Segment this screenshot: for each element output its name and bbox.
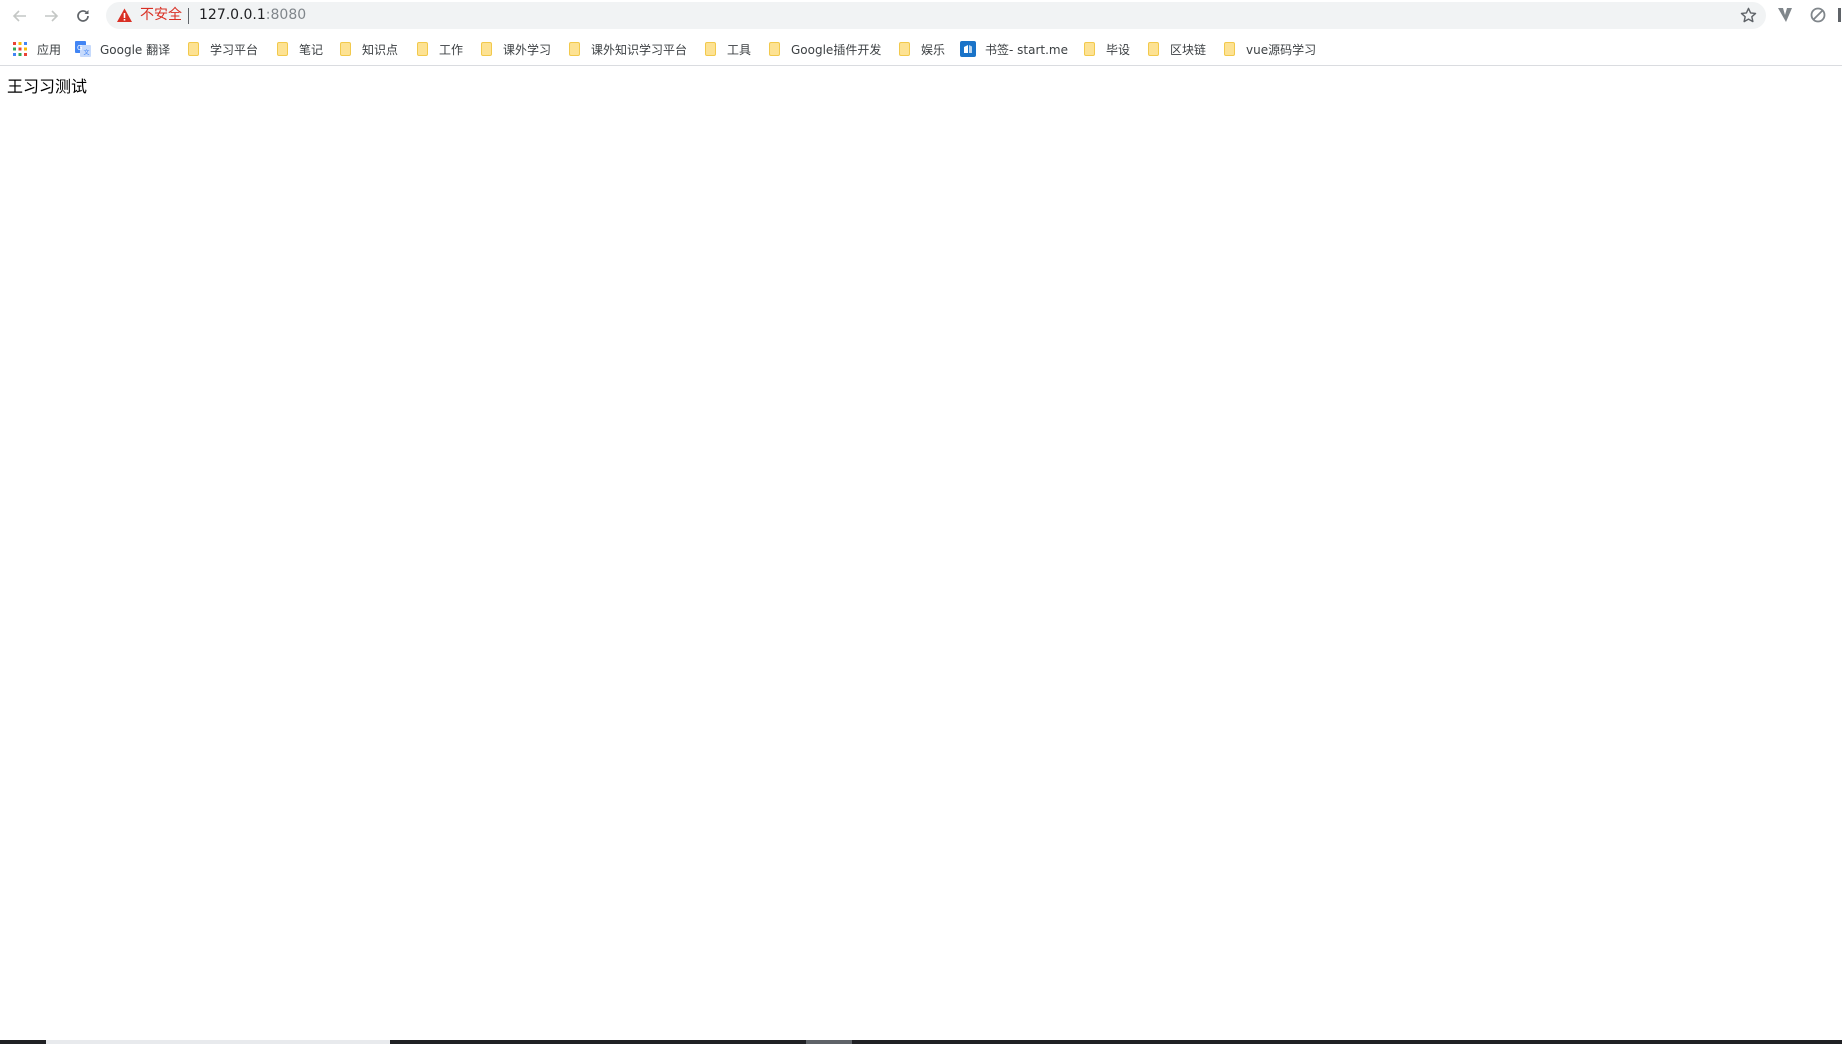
block-icon[interactable] [1808, 5, 1828, 25]
extension-v-icon[interactable] [1775, 5, 1795, 25]
folder-icon [1224, 42, 1235, 56]
bookmark-folder[interactable]: 毕设 [1081, 39, 1130, 59]
url-port: :8080 [265, 7, 307, 23]
bookmark-startme[interactable]: 书签- start.me [960, 39, 1068, 59]
folder-icon [188, 42, 199, 56]
bookmark-label: 毕设 [1106, 42, 1131, 57]
bookmark-folder[interactable]: 学习平台 [185, 39, 258, 59]
apps-grid-icon [13, 42, 27, 56]
bookmark-label: 知识点 [362, 42, 399, 57]
svg-text:文: 文 [84, 49, 90, 57]
folder-icon [481, 42, 492, 56]
bookmark-folder[interactable]: Google插件开发 [766, 39, 881, 59]
not-secure-label[interactable]: 不安全 [140, 7, 182, 24]
folder-icon [769, 42, 780, 56]
folder-icon [705, 42, 716, 56]
reload-icon [77, 10, 89, 22]
star-icon[interactable] [1739, 6, 1758, 25]
bookmark-label: 应用 [37, 42, 62, 57]
bookmark-label: 学习平台 [210, 42, 259, 57]
folder-icon [569, 42, 580, 56]
bookmark-folder[interactable]: 知识点 [337, 39, 398, 59]
folder-icon [277, 42, 288, 56]
folder-icon [417, 42, 428, 56]
google-translate-icon: G 文 [75, 41, 91, 57]
bookmark-label: vue源码学习 [1246, 42, 1317, 57]
page-text: 王习习测试 [7, 77, 88, 96]
bookmark-folder[interactable]: 工作 [414, 39, 463, 59]
taskbar-segment [806, 1040, 852, 1044]
bookmark-folder[interactable]: 娱乐 [896, 39, 945, 59]
url-host: 127.0.0.1 [199, 7, 266, 23]
bookmark-folder[interactable]: 笔记 [274, 39, 323, 59]
reload-button[interactable] [71, 4, 95, 28]
folder-icon [340, 42, 351, 56]
bookmark-google-translate[interactable]: G 文 Google 翻译 [75, 39, 170, 59]
url-text[interactable]: 127.0.0.1:8080 [199, 7, 306, 24]
folder-icon [899, 42, 910, 56]
menu-edge[interactable] [1838, 8, 1841, 22]
bookmark-folder[interactable]: 区块链 [1145, 39, 1206, 59]
startme-icon [960, 41, 976, 57]
bookmark-label: 娱乐 [921, 42, 946, 57]
bookmark-label: 课外知识学习平台 [591, 42, 688, 57]
bookmarks-bar: 应用 G 文 Google 翻译 学习平台 笔记 知识点 工作 课外学习 课外知… [0, 33, 1842, 66]
bookmark-label: 工作 [439, 42, 464, 57]
bookmark-label: Google 翻译 [100, 42, 171, 57]
bookmark-label: Google插件开发 [791, 42, 882, 57]
bookmark-label: 书签- start.me [985, 42, 1068, 57]
back-arrow-icon [12, 10, 26, 22]
taskbar-edge [0, 1040, 1842, 1044]
warning-triangle-icon [117, 8, 132, 22]
bookmark-folder[interactable]: 课外学习 [478, 39, 551, 59]
bookmark-folder[interactable]: vue源码学习 [1221, 39, 1316, 59]
folder-icon [1148, 42, 1159, 56]
bookmark-folder[interactable]: 课外知识学习平台 [566, 39, 687, 59]
browser-toolbar: 不安全 127.0.0.1:8080 [0, 0, 1842, 32]
taskbar-segment [46, 1040, 390, 1044]
svg-text:G: G [77, 44, 82, 52]
bookmark-label: 工具 [727, 42, 752, 57]
forward-arrow-icon [45, 10, 59, 22]
bookmark-label: 课外学习 [503, 42, 552, 57]
address-bar[interactable]: 不安全 127.0.0.1:8080 [106, 2, 1766, 29]
back-button[interactable] [8, 4, 32, 28]
bookmark-apps[interactable]: 应用 [12, 39, 61, 59]
bookmark-label: 笔记 [299, 42, 324, 57]
omnibox-separator [188, 8, 189, 24]
forward-button[interactable] [39, 4, 63, 28]
bookmark-folder[interactable]: 工具 [702, 39, 751, 59]
folder-icon [1084, 42, 1095, 56]
bookmark-label: 区块链 [1170, 42, 1207, 57]
